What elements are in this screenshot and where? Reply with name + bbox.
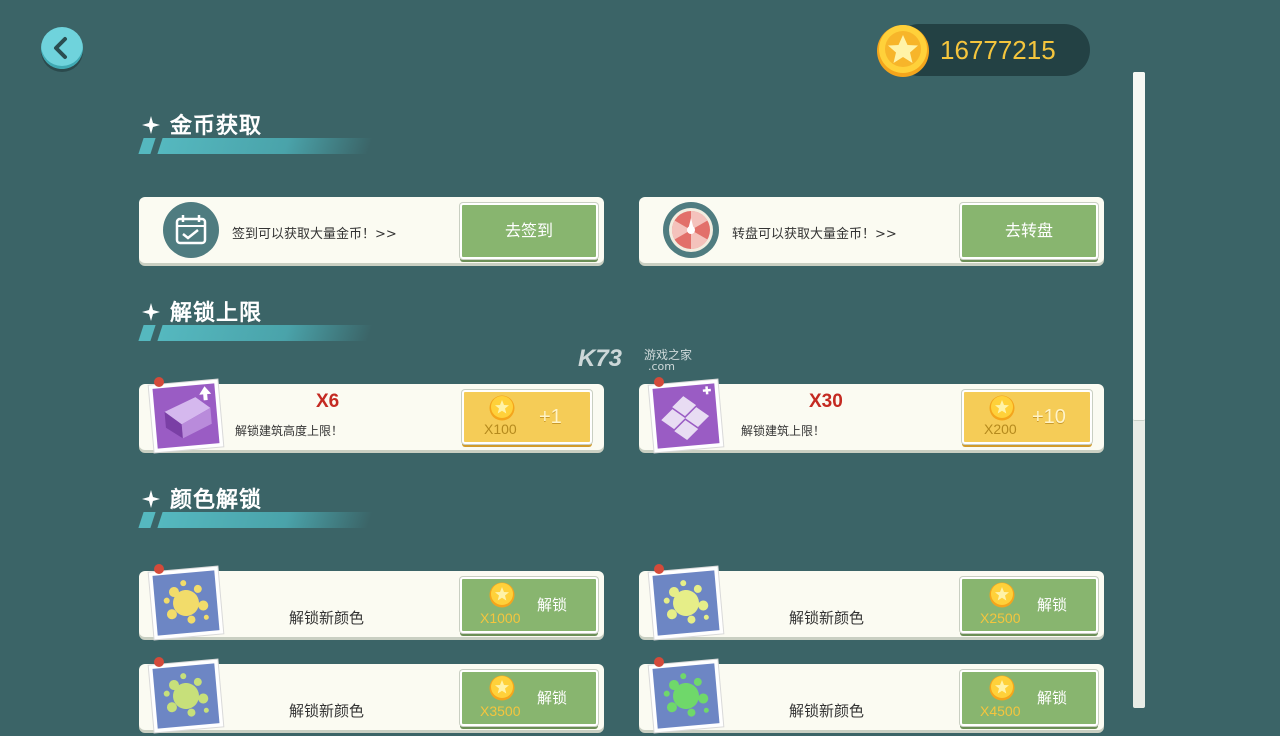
color-card-label: 解锁新颜色 (789, 609, 865, 627)
price-label: X200 (984, 421, 1017, 437)
scrollbar[interactable] (1133, 72, 1145, 708)
color-card-label: 解锁新颜色 (789, 702, 865, 720)
color-card-label: 解锁新颜色 (289, 702, 365, 720)
section-title-unlock-limit: 解锁上限 (138, 295, 378, 345)
paint-splash-icon (147, 564, 225, 641)
spin-wheel-icon (663, 202, 719, 258)
watermark: K73 游戏之家 .com (578, 345, 692, 373)
section-title-text: 解锁上限 (170, 301, 263, 326)
limit-card-count: X30 解锁建筑上限！ X200 +10 (639, 377, 1104, 454)
unlock-count-button[interactable]: X200 +10 (962, 390, 1092, 444)
pin-icon (154, 657, 164, 667)
title-decoration (157, 138, 373, 154)
paint-splash-icon (647, 564, 725, 641)
coin-icon (989, 395, 1015, 421)
watermark-domain: .com (648, 360, 675, 373)
title-decoration (157, 512, 373, 528)
color-card-label: 解锁新颜色 (289, 609, 365, 627)
unlock-color-button[interactable]: X4500 解锁 (960, 670, 1098, 726)
limit-multiplier: X6 (316, 391, 340, 412)
price-label: X3500 (480, 703, 521, 719)
price-label: X4500 (980, 703, 1021, 719)
unlock-color-button[interactable]: X1000 解锁 (460, 577, 598, 633)
price-label: X1000 (480, 610, 521, 626)
unlock-height-button[interactable]: X100 +1 (462, 390, 592, 444)
title-decoration (138, 512, 156, 528)
title-decoration (138, 138, 156, 154)
chevron-left-icon (54, 37, 67, 59)
section-title-color-unlock: 颜色解锁 (138, 482, 378, 532)
title-decoration (138, 325, 156, 341)
section-title-text: 颜色解锁 (170, 488, 263, 513)
unlock-label: 解锁 (1037, 689, 1068, 707)
coin-icon (489, 675, 515, 701)
section-title-earn: 金币获取 (138, 108, 378, 158)
sparkle-icon (142, 490, 160, 508)
building-height-icon (147, 377, 225, 454)
limit-desc: 解锁建筑高度上限！ (235, 424, 344, 438)
checkin-button[interactable]: 去签到 (460, 203, 598, 259)
color-card: 解锁新颜色 X1000 解锁 (139, 564, 604, 641)
unlock-label: 解锁 (1037, 596, 1068, 614)
reward-label: +1 (539, 406, 562, 428)
earn-card-checkin: 签到可以获取大量金币！>> 去签到 (139, 197, 604, 263)
spin-wheel-button[interactable]: 去转盘 (960, 203, 1098, 259)
coin-icon (877, 25, 929, 77)
building-count-icon (647, 377, 725, 454)
unlock-color-button[interactable]: X3500 解锁 (460, 670, 598, 726)
sparkle-icon (142, 116, 160, 134)
earn-card-wheel: 转盘可以获取大量金币！>> 去转盘 (639, 197, 1104, 263)
limit-multiplier: X30 (809, 391, 843, 412)
calendar-check-icon (163, 202, 219, 258)
price-label: X2500 (980, 610, 1021, 626)
unlock-label: 解锁 (537, 596, 568, 614)
paint-splash-icon (147, 657, 225, 734)
pin-icon (654, 377, 664, 387)
pin-icon (654, 657, 664, 667)
title-decoration (157, 325, 373, 341)
coin-icon (489, 395, 515, 421)
coin-icon (989, 582, 1015, 608)
limit-card-height: X6 解锁建筑高度上限！ X100 +1 (139, 377, 604, 454)
color-card: 解锁新颜色 X3500 解锁 (139, 657, 604, 734)
reward-label: +10 (1032, 406, 1066, 428)
unlock-label: 解锁 (537, 689, 568, 707)
paint-splash-icon (647, 657, 725, 734)
sparkle-icon (142, 303, 160, 321)
color-card: 解锁新颜色 X4500 解锁 (639, 657, 1104, 734)
unlock-color-button[interactable]: X2500 解锁 (960, 577, 1098, 633)
pin-icon (154, 564, 164, 574)
coin-icon (989, 675, 1015, 701)
price-label: X100 (484, 421, 517, 437)
back-button[interactable] (41, 27, 83, 69)
watermark-brand: K73 (578, 345, 623, 372)
pin-icon (654, 564, 664, 574)
coin-icon (489, 582, 515, 608)
limit-desc: 解锁建筑上限！ (741, 424, 826, 438)
scrollbar-thumb[interactable] (1133, 72, 1145, 421)
coin-amount: 16777215 (940, 35, 1056, 65)
color-card: 解锁新颜色 X2500 解锁 (639, 564, 1104, 641)
earn-card-desc: 转盘可以获取大量金币！>> (732, 227, 897, 242)
pin-icon (154, 377, 164, 387)
earn-card-desc: 签到可以获取大量金币！>> (232, 227, 397, 242)
section-title-text: 金币获取 (170, 114, 263, 139)
